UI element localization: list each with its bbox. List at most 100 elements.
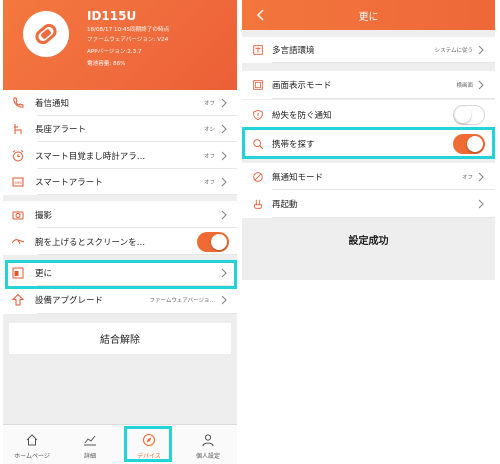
settings-row[interactable]: 着信通知 オフ [3, 90, 237, 116]
device-screen: ID115U 18/08/17 10:45同期終了の時点 ファームウェアバージョ… [3, 0, 237, 464]
toggle-switch[interactable] [453, 104, 485, 125]
alarm-clock-icon [11, 149, 25, 163]
row-divider [37, 194, 237, 195]
row-label: 腕を上げるとスクリーンを… [35, 237, 146, 248]
chevron-right-icon [221, 98, 227, 108]
chevron-right-icon [221, 295, 227, 305]
row-label: 無通知モード [272, 172, 324, 183]
band-icon [35, 23, 57, 45]
chevron-right-icon [478, 199, 484, 209]
tab-label: ホームページ [14, 453, 50, 460]
more-settings-screen: 更に 多言語環境 システムに従う画面表示モード 横画面紛失を防ぐ通知 携帯を探す無通知… [242, 0, 495, 280]
band-avatar [23, 11, 69, 57]
toggle-knob [455, 106, 471, 123]
device-id: ID115U [87, 9, 137, 23]
upgrade-icon [11, 293, 25, 307]
settings-row[interactable]: 腕を上げるとスクリーンを… [3, 228, 237, 255]
compass-icon [142, 433, 156, 447]
search-icon [252, 138, 264, 150]
device-header: ID115U 18/08/17 10:45同期終了の時点 ファームウェアバージョ… [3, 0, 237, 90]
page-title: 更に [358, 12, 379, 23]
chevron-right-icon [221, 151, 227, 160]
tab-label: デバイス [137, 453, 161, 460]
chart-icon [84, 435, 96, 446]
status-message: 設定成功 [348, 236, 389, 247]
settings-row[interactable]: SMS スマートアラート オフ [3, 169, 237, 195]
row-value: ファームウェアバージョ… [149, 298, 215, 304]
chevron-right-icon [478, 45, 484, 55]
row-label: 着信通知 [35, 99, 70, 109]
row-divider [37, 313, 237, 314]
settings-row[interactable]: スマート目覚まし時計アラ… オフ [3, 142, 237, 169]
settings-row[interactable]: 更に [3, 260, 237, 286]
chevron-right-icon [221, 210, 227, 219]
row-value: オン [203, 127, 215, 133]
tab-profile[interactable]: 個人設定 [179, 425, 237, 464]
unbind-button[interactable]: 結合解除 [9, 323, 231, 354]
settings-row[interactable]: 画面表示モード 横画面 [242, 71, 495, 99]
tab-home[interactable]: ホームページ [3, 425, 61, 464]
row-value: オフ [203, 153, 215, 160]
toggle-knob [211, 233, 227, 250]
row-label: 携帯を探す [272, 140, 315, 150]
row-label: 画面表示モード [272, 81, 332, 91]
camera-icon [11, 208, 25, 222]
row-divider [272, 158, 495, 159]
app-version: APPバージョン:2.3.7 [87, 49, 142, 55]
row-divider [37, 254, 237, 255]
tab-label: 詳細 [83, 453, 96, 460]
language-icon [252, 44, 264, 56]
row-value: オフ [203, 180, 215, 186]
settings-row[interactable]: 携帯を探す [242, 129, 495, 159]
tab-device[interactable]: デバイス [120, 425, 178, 464]
toggle-knob [467, 136, 483, 152]
row-label: スマート目覚まし時計アラ… [35, 151, 146, 162]
battery-level: 電池容量: 86% [87, 61, 126, 67]
row-label: 設備アプグレード [35, 296, 104, 306]
settings-row[interactable]: 設備アプグレード ファームウェアバージョ… [3, 286, 237, 314]
row-label: 多言語環境 [272, 46, 315, 56]
svg-text:SMS: SMS [14, 181, 21, 185]
nav-bar: 更に [242, 0, 495, 30]
chevron-right-icon [221, 177, 227, 187]
tab-bar: ホームページ 詳細 デバイス 個人設定 [3, 424, 237, 464]
shield-icon [252, 109, 264, 121]
row-label: 撮影 [35, 210, 53, 221]
display-icon [252, 79, 264, 91]
sync-time: 18/08/17 10:45同期終了の時点 [87, 27, 170, 33]
row-label: 長座アラート [35, 125, 87, 135]
firmware-version: ファームウェアバージョン: V24 [87, 37, 169, 43]
tab-details[interactable]: 詳細 [61, 425, 119, 464]
chevron-right-icon [221, 268, 227, 278]
toggle-switch[interactable] [453, 134, 485, 154]
row-label: スマートアラート [35, 178, 103, 188]
chevron-right-icon [221, 124, 227, 134]
chevron-right-icon [478, 80, 484, 90]
row-label: 紛失を防ぐ通知 [272, 110, 332, 121]
row-divider [272, 62, 495, 63]
chair-icon [11, 122, 25, 136]
settings-row[interactable]: 紛失を防ぐ通知 [242, 100, 495, 129]
chevron-right-icon [478, 172, 484, 181]
row-value: 横画面 [456, 83, 473, 89]
settings-row[interactable]: 撮影 [3, 201, 237, 228]
row-divider [272, 98, 495, 99]
row-divider [272, 217, 495, 218]
settings-row[interactable]: 無通知モード オフ [242, 163, 495, 190]
person-icon [202, 434, 214, 447]
restart-icon [252, 198, 264, 210]
settings-row[interactable]: 長座アラート オン [3, 116, 237, 142]
settings-row[interactable]: 多言語環境 システムに従う [242, 37, 495, 63]
sms-icon: SMS [11, 175, 25, 189]
row-label: 再起動 [272, 200, 298, 210]
phone-icon [11, 96, 25, 110]
toggle-switch[interactable] [197, 231, 229, 252]
row-value: システムに従う [434, 48, 473, 54]
wrist-raise-icon [11, 235, 25, 249]
home-icon [26, 434, 38, 446]
row-label: 更に [35, 269, 53, 279]
row-value: オフ [461, 174, 473, 181]
settings-row[interactable]: 再起動 [242, 190, 495, 218]
tab-label: 個人設定 [195, 453, 220, 460]
do-not-disturb-icon [252, 171, 264, 183]
